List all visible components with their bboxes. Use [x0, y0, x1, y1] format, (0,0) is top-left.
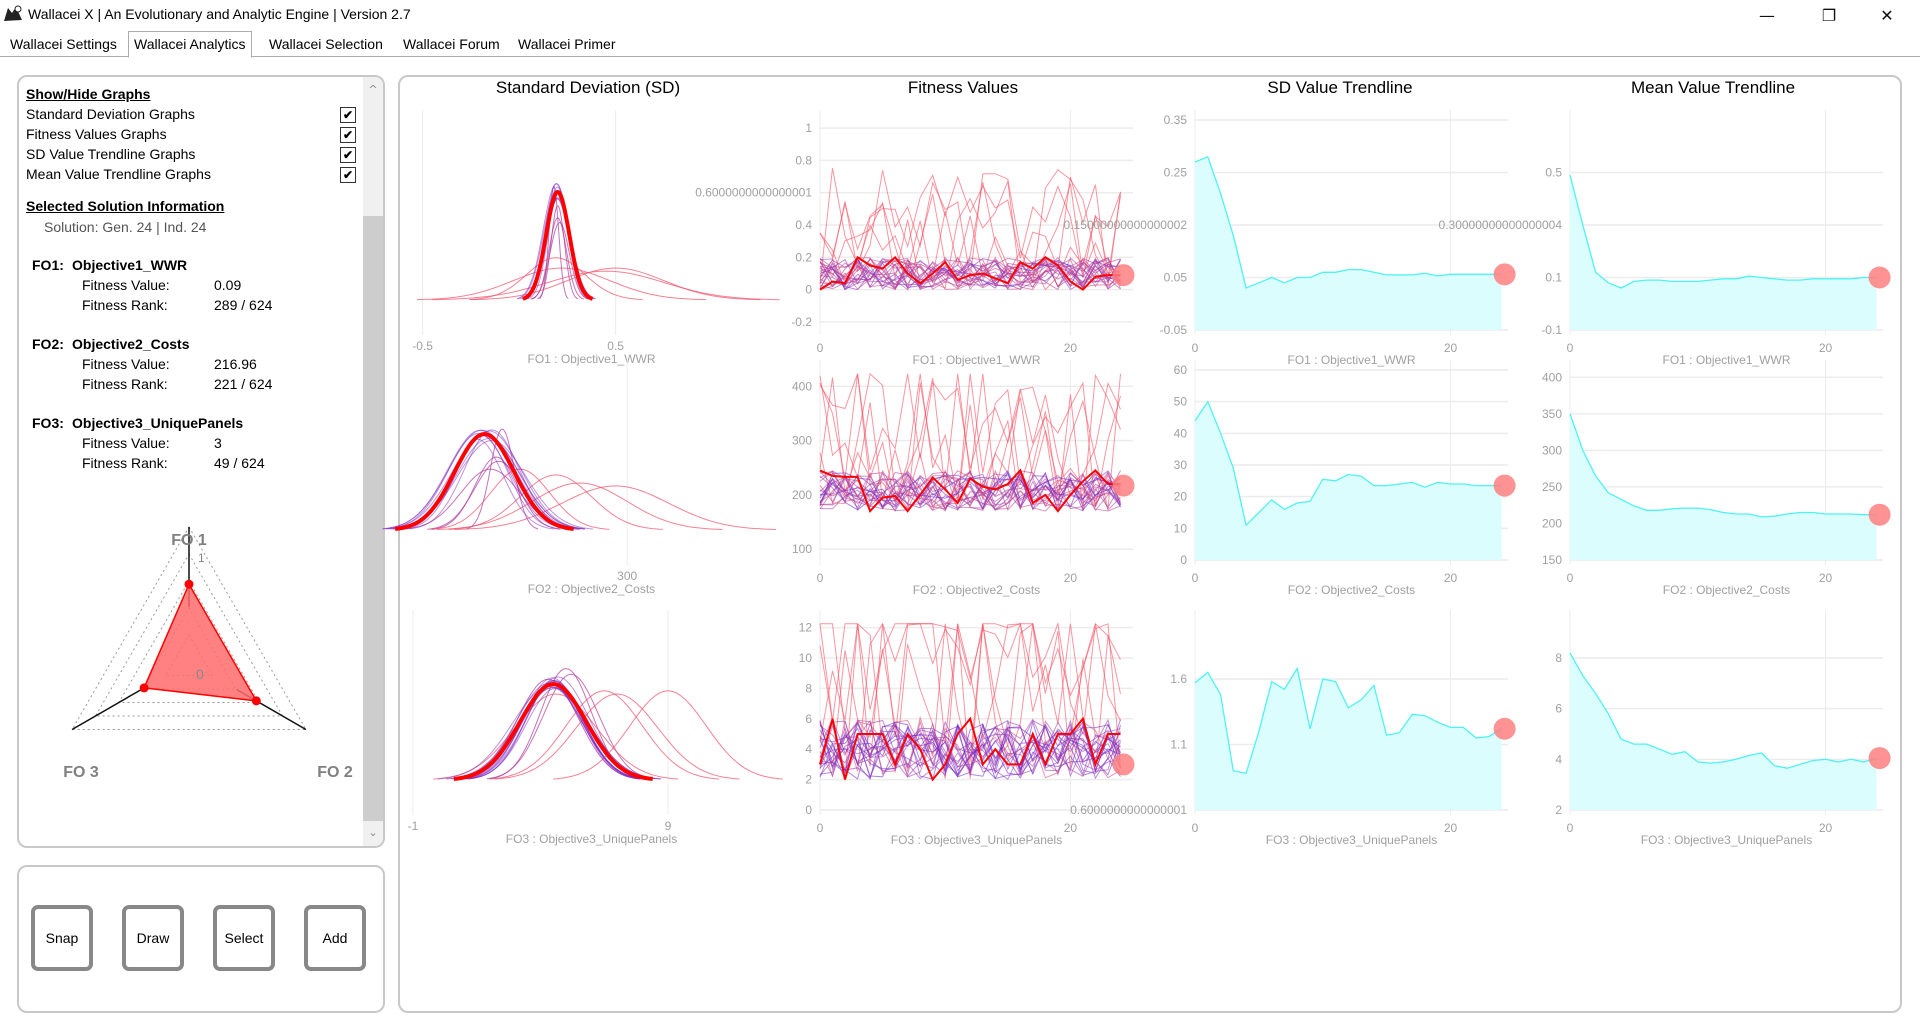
window-title: Wallacei X | An Evolutionary and Analyti… — [28, 6, 411, 22]
close-icon: ✕ — [1880, 5, 1894, 25]
radar-axis-label-fo2: FO 2 — [317, 764, 353, 781]
fitness-rank-label: Fitness Rank: — [82, 376, 168, 392]
fitness-rank-label: Fitness Rank: — [82, 455, 168, 471]
toggle-label: SD Value Trendline Graphs — [26, 146, 196, 162]
column-title-sd-value-trendline: SD Value Trendline — [1267, 78, 1413, 97]
title-bar: Wallacei X | An Evolutionary and Analyti… — [0, 0, 1920, 30]
objective-3-fitness-rank: Fitness Rank: 49 / 624 — [82, 455, 265, 471]
objective-3-fitness-value: Fitness Value: 3 — [82, 435, 222, 451]
minimize-icon: — — [1759, 5, 1775, 25]
fitness-value: 3 — [214, 435, 222, 451]
restore-button[interactable]: ❐ — [1806, 0, 1852, 30]
fitness-value-label: Fitness Value: — [82, 356, 170, 372]
radar-tick-zero: 0 — [196, 666, 204, 682]
toggle-fitness-values-graphs[interactable]: Fitness Values Graphs ✔ — [26, 126, 356, 146]
objective-1-title: FO1: Objective1_WWR — [32, 257, 187, 273]
snap-button[interactable]: Snap — [31, 905, 93, 971]
toggle-label: Fitness Values Graphs — [26, 126, 167, 142]
objective-2-fitness-rank: Fitness Rank: 221 / 624 — [82, 376, 272, 392]
tab-wallacei-forum[interactable]: Wallacei Forum — [398, 34, 505, 55]
show-hide-graphs-heading: Show/Hide Graphs — [26, 86, 151, 102]
tab-wallacei-settings[interactable]: Wallacei Settings — [5, 34, 122, 55]
selected-solution-heading: Selected Solution Information — [26, 198, 225, 214]
fitness-rank-label: Fitness Rank: — [82, 297, 168, 313]
objective-1-fitness-rank: Fitness Rank: 289 / 624 — [82, 297, 272, 313]
scrollbar-thumb[interactable] — [363, 216, 383, 821]
restore-icon: ❐ — [1821, 5, 1837, 25]
objective-1-fitness-value: Fitness Value: 0.09 — [82, 277, 241, 293]
checkbox-sd-value-trendline[interactable]: ✔ — [340, 147, 356, 163]
tool-buttons-panel: Snap Draw Select Add — [17, 865, 385, 1013]
radar-axis-line — [71, 688, 142, 731]
column-title-fitness-values: Fitness Values — [907, 78, 1019, 97]
analytics-charts-panel — [398, 75, 1902, 1013]
radar-tick-max: 1 — [198, 551, 205, 565]
radar-solution-point — [184, 579, 194, 589]
objective-2-fitness-value: Fitness Value: 216.96 — [82, 356, 257, 372]
draw-button[interactable]: Draw — [122, 905, 184, 971]
objective-2-title: FO2: Objective2_Costs — [32, 336, 190, 352]
selected-solution-id: Solution: Gen. 24 | Ind. 24 — [44, 219, 207, 235]
tab-bar: Wallacei Settings Wallacei Analytics Wal… — [0, 31, 1920, 58]
objective-code: FO3: — [32, 415, 64, 431]
toggle-sd-value-trendline-graphs[interactable]: SD Value Trendline Graphs ✔ — [26, 146, 356, 166]
tab-wallacei-primer[interactable]: Wallacei Primer — [513, 34, 621, 55]
tab-wallacei-selection[interactable]: Wallacei Selection — [264, 34, 388, 55]
fitness-rank: 49 / 624 — [214, 455, 265, 471]
objective-name: Objective1_WWR — [72, 257, 188, 273]
select-button[interactable]: Select — [213, 905, 275, 971]
radar-solution-point — [251, 696, 261, 706]
fitness-value: 0.09 — [214, 277, 242, 293]
fitness-value-label: Fitness Value: — [82, 277, 170, 293]
add-button[interactable]: Add — [304, 905, 366, 971]
fitness-rank: 221 / 624 — [214, 376, 273, 392]
toggle-label: Mean Value Trendline Graphs — [26, 166, 211, 182]
fitness-value: 216.96 — [214, 356, 257, 372]
graph-options-panel: Show/Hide Graphs Standard Deviation Grap… — [17, 75, 385, 848]
column-title-standard-deviation: Standard Deviation (SD) — [495, 78, 681, 97]
checkbox-mean-value-trendline[interactable]: ✔ — [340, 167, 356, 183]
checkbox-standard-deviation[interactable]: ✔ — [340, 107, 356, 123]
close-button[interactable]: ✕ — [1864, 0, 1910, 30]
minimize-button[interactable]: — — [1744, 0, 1790, 30]
toggle-mean-value-trendline-graphs[interactable]: Mean Value Trendline Graphs ✔ — [26, 166, 356, 186]
checkbox-fitness-values[interactable]: ✔ — [340, 127, 356, 143]
tab-wallacei-analytics[interactable]: Wallacei Analytics — [128, 31, 252, 58]
column-title-mean-value-trendline: Mean Value Trendline — [1630, 78, 1796, 97]
objective-3-title: FO3: Objective3_UniquePanels — [32, 415, 243, 431]
radar-solution-point — [139, 683, 149, 693]
objective-radar-chart: FO 1 FO 2 FO 3 1 0 — [63, 525, 353, 781]
radar-axis-label-fo1: FO 1 — [171, 532, 207, 549]
fitness-value-label: Fitness Value: — [82, 435, 170, 451]
fitness-rank: 289 / 624 — [214, 297, 273, 313]
objective-name: Objective3_UniquePanels — [72, 415, 244, 431]
objective-code: FO1: — [32, 257, 64, 273]
toggle-label: Standard Deviation Graphs — [26, 106, 195, 122]
toggle-standard-deviation-graphs[interactable]: Standard Deviation Graphs ✔ — [26, 106, 356, 126]
scroll-up-icon[interactable]: ^ — [363, 81, 383, 99]
scroll-down-icon[interactable]: ⌄ — [363, 824, 383, 842]
objective-code: FO2: — [32, 336, 64, 352]
wallacei-logo-icon — [4, 5, 22, 21]
radar-axis-label-fo3: FO 3 — [63, 764, 99, 781]
left-panel-scrollbar[interactable]: ^ ⌄ — [363, 77, 383, 846]
objective-name: Objective2_Costs — [72, 336, 190, 352]
